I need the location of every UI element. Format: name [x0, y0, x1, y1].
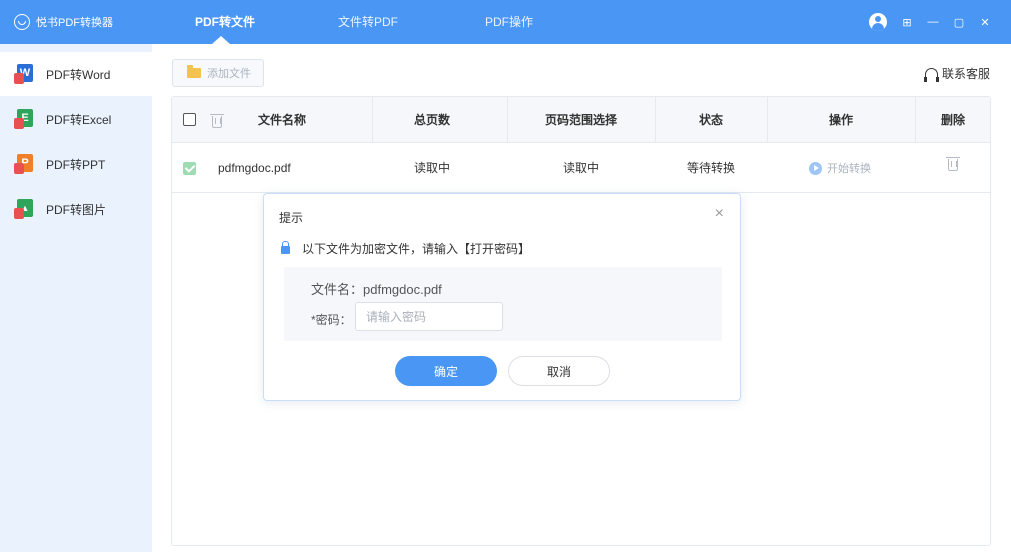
- sidebar-item-pdf-to-excel[interactable]: E PDF转Excel: [0, 97, 152, 141]
- minimize-icon[interactable]: —: [927, 16, 939, 28]
- grid-icon[interactable]: ⊞: [901, 16, 913, 29]
- maximize-icon[interactable]: ▢: [953, 16, 965, 29]
- app-brand: 悦书PDF转换器: [14, 0, 113, 44]
- password-label: *密码：: [311, 313, 352, 327]
- sidebar-item-label: PDF转PPT: [46, 157, 106, 172]
- password-input[interactable]: [355, 302, 503, 331]
- table-row: pdfmgdoc.pdf 读取中 读取中 等待转换 开始转换: [172, 143, 990, 193]
- dialog-message: 以下文件为加密文件，请输入【打开密码】: [281, 240, 530, 257]
- row-pages: 读取中: [413, 161, 450, 175]
- filename-value: pdfmgdoc.pdf: [363, 282, 442, 297]
- header-delete: 删除: [940, 113, 965, 127]
- filename-label: 文件名：: [311, 282, 364, 297]
- header-filename: 文件名称: [257, 113, 306, 127]
- ppt-icon: P: [14, 154, 34, 174]
- add-file-button[interactable]: 添加文件: [172, 59, 264, 87]
- title-bar: 悦书PDF转换器 PDF转文件 文件转PDF PDF操作 ⊞ — ▢ ✕: [0, 0, 1011, 44]
- dialog-form-panel: 文件名：pdfmgdoc.pdf *密码：: [284, 267, 722, 341]
- close-icon[interactable]: ✕: [979, 16, 991, 29]
- headset-icon: [923, 67, 939, 82]
- table-header: 文件名称 总页数 页码范围选择 状态 操作 删除: [172, 97, 990, 143]
- filename-row: 文件名：pdfmgdoc.pdf: [311, 279, 442, 298]
- cancel-button[interactable]: 取消: [508, 356, 610, 386]
- avatar-icon[interactable]: [869, 13, 887, 31]
- tab-file-to-pdf[interactable]: 文件转PDF: [338, 0, 398, 44]
- app-logo-icon: [14, 14, 30, 30]
- sidebar-item-pdf-to-ppt[interactable]: P PDF转PPT: [0, 142, 152, 186]
- sidebar-item-label: PDF转图片: [46, 202, 107, 217]
- folder-icon: [187, 65, 201, 78]
- active-tab-caret: [212, 36, 230, 44]
- row-filename: pdfmgdoc.pdf: [218, 161, 291, 175]
- row-status: 等待转换: [686, 161, 735, 175]
- row-delete-icon[interactable]: [946, 157, 960, 171]
- bulk-delete-icon[interactable]: [210, 114, 224, 128]
- dialog-close-icon[interactable]: ×: [715, 206, 724, 222]
- header-page-range: 页码范围选择: [544, 113, 617, 127]
- row-checkbox[interactable]: [183, 162, 196, 175]
- select-all-checkbox[interactable]: [183, 113, 196, 126]
- contact-support-link[interactable]: 联系客服: [923, 65, 990, 82]
- header-pages: 总页数: [413, 113, 450, 127]
- sidebar: W PDF转Word E PDF转Excel P PDF转PPT ▲ PDF转图…: [0, 44, 152, 552]
- sidebar-item-label: PDF转Word: [46, 67, 111, 82]
- confirm-button[interactable]: 确定: [395, 356, 497, 386]
- dialog-title: 提示: [279, 211, 304, 225]
- start-convert-label: 开始转换: [827, 163, 871, 175]
- add-file-label: 添加文件: [207, 68, 251, 80]
- app-title: 悦书PDF转换器: [36, 17, 113, 29]
- sidebar-item-pdf-to-image[interactable]: ▲ PDF转图片: [0, 187, 152, 231]
- header-status: 状态: [698, 113, 723, 127]
- tab-pdf-operations[interactable]: PDF操作: [485, 0, 533, 44]
- dialog-message-text: 以下文件为加密文件，请输入【打开密码】: [302, 242, 531, 256]
- sidebar-item-pdf-to-word[interactable]: W PDF转Word: [0, 52, 152, 96]
- row-page-range: 读取中: [562, 161, 599, 175]
- start-convert-button[interactable]: 开始转换: [809, 143, 871, 193]
- image-icon: ▲: [14, 199, 34, 219]
- excel-icon: E: [14, 109, 34, 129]
- window-controls: ⊞ — ▢ ✕: [869, 0, 991, 44]
- play-icon: [809, 161, 822, 175]
- header-action: 操作: [828, 113, 853, 127]
- password-dialog: 提示 × 以下文件为加密文件，请输入【打开密码】 文件名：pdfmgdoc.pd…: [263, 193, 741, 401]
- lock-icon: [281, 241, 290, 254]
- contact-support-label: 联系客服: [941, 67, 990, 81]
- sidebar-item-label: PDF转Excel: [46, 112, 112, 127]
- word-icon: W: [14, 64, 34, 84]
